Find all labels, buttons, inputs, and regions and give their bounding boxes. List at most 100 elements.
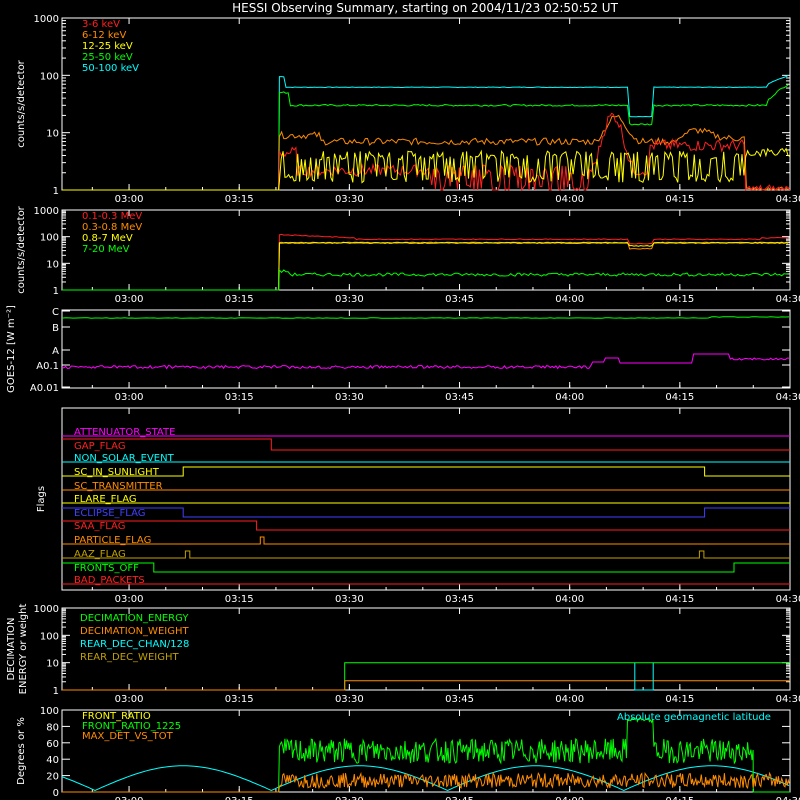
flag-label: FRONTS_OFF bbox=[74, 563, 139, 574]
y-tick-label: 1000 bbox=[34, 206, 59, 217]
flag-label: NON_SOLAR_EVENT bbox=[74, 453, 175, 464]
y-axis-label: Flags bbox=[36, 486, 47, 512]
decimation-weight-trace bbox=[62, 680, 790, 691]
x-tick-label: 03:30 bbox=[335, 796, 364, 800]
x-tick-label: 03:45 bbox=[445, 796, 474, 800]
x-tick-label: 03:45 bbox=[445, 694, 474, 705]
legend-entry: 12-25 keV bbox=[82, 41, 133, 52]
flag-label: GAP_FLAG bbox=[74, 441, 126, 452]
x-tick-label: 03:45 bbox=[445, 194, 474, 205]
x-tick-label: 03:45 bbox=[445, 594, 474, 605]
x-tick-label: 04:00 bbox=[555, 594, 584, 605]
x-tick-label: 03:45 bbox=[445, 392, 474, 403]
hessi-summary-chart: HESSI Observing Summary, starting on 200… bbox=[6, 1, 800, 800]
y-axis-label: Degrees or % bbox=[16, 717, 27, 785]
flag-trace bbox=[62, 550, 790, 559]
x-tick-label: 04:15 bbox=[665, 194, 694, 205]
flag-label: SAA_FLAG bbox=[74, 521, 125, 532]
x-tick-label: 04:00 bbox=[555, 694, 584, 705]
y-tick-label: A bbox=[52, 346, 59, 357]
y-axis-label: ENERGY or weight bbox=[18, 604, 29, 695]
y-axis-label: counts/s/detector bbox=[16, 205, 27, 293]
decimation-energy-trace bbox=[62, 662, 790, 691]
x-tick-label: 04:15 bbox=[665, 594, 694, 605]
series-0.3-0.8mev bbox=[62, 241, 789, 291]
y-tick-label: 0 bbox=[53, 788, 59, 799]
chart-title: HESSI Observing Summary, starting on 200… bbox=[232, 1, 618, 15]
y-tick-label: A0.1 bbox=[36, 361, 59, 372]
legend-entry: MAX_DET_VS_TOT bbox=[82, 731, 174, 742]
flag-label: FLARE_FLAG bbox=[74, 494, 137, 505]
legend-entry: 0.8-7 MeV bbox=[82, 233, 133, 244]
x-tick-label: 04:30 bbox=[776, 694, 800, 705]
y-tick-label: 60 bbox=[46, 739, 59, 750]
x-tick-label: 03:15 bbox=[225, 194, 254, 205]
series-25-50kev bbox=[62, 84, 789, 191]
flag-trace bbox=[62, 520, 790, 531]
x-tick-label: 03:15 bbox=[225, 694, 254, 705]
y-tick-label: 100 bbox=[40, 71, 59, 82]
legend-entry: DECIMATION_WEIGHT bbox=[80, 626, 189, 637]
x-tick-label: 03:45 bbox=[445, 294, 474, 305]
x-tick-label: 04:30 bbox=[776, 392, 800, 403]
x-tick-label: 03:30 bbox=[335, 594, 364, 605]
flag-trace bbox=[62, 507, 790, 518]
flag-label: BAD_PACKETS bbox=[74, 575, 145, 586]
y-tick-label: 100 bbox=[40, 631, 59, 642]
y-tick-label: 1 bbox=[53, 186, 59, 197]
goes-short-channel bbox=[61, 353, 789, 370]
goes-long-channel bbox=[61, 316, 790, 319]
legend-entry: 25-50 keV bbox=[82, 52, 133, 63]
x-tick-label: 03:30 bbox=[335, 194, 364, 205]
panel-2-frame bbox=[61, 209, 791, 291]
y-tick-label: B bbox=[52, 323, 59, 334]
x-tick-label: 03:30 bbox=[335, 294, 364, 305]
flag-label: SC_IN_SUNLIGHT bbox=[74, 467, 160, 478]
x-tick-label: 03:15 bbox=[225, 294, 254, 305]
y-tick-label: 20 bbox=[46, 772, 59, 783]
y-tick-label: C bbox=[52, 307, 59, 318]
y-tick-label: 1000 bbox=[34, 604, 59, 615]
x-tick-label: 04:30 bbox=[776, 796, 800, 800]
x-tick-label: 03:00 bbox=[115, 594, 144, 605]
flag-label: AAZ_FLAG bbox=[74, 549, 126, 560]
x-tick-label: 03:00 bbox=[115, 796, 144, 800]
series-0.8-7mev bbox=[62, 242, 789, 291]
x-tick-label: 04:15 bbox=[665, 796, 694, 800]
legend-entry: 6-12 keV bbox=[82, 30, 126, 41]
legend-entry: REAR_DEC_CHAN/128 bbox=[80, 639, 189, 650]
x-tick-label: 04:15 bbox=[665, 694, 694, 705]
x-tick-label: 04:00 bbox=[555, 194, 584, 205]
x-tick-label: 04:00 bbox=[555, 294, 584, 305]
x-tick-label: 03:30 bbox=[335, 694, 364, 705]
x-tick-label: 03:15 bbox=[225, 392, 254, 403]
legend-entry: 3-6 keV bbox=[82, 19, 120, 30]
y-tick-label: 1 bbox=[53, 686, 59, 697]
y-tick-label: 40 bbox=[46, 755, 59, 766]
legend-entry: REAR_DEC_WEIGHT bbox=[80, 652, 179, 663]
flag-trace bbox=[62, 536, 790, 545]
panel-1-frame bbox=[61, 17, 791, 191]
x-tick-label: 04:00 bbox=[555, 392, 584, 403]
x-tick-label: 04:15 bbox=[665, 294, 694, 305]
legend-entry: Absolute geomagnetic latitude bbox=[617, 712, 771, 723]
flag-label: ATTENUATOR_STATE bbox=[74, 427, 175, 438]
x-tick-label: 03:00 bbox=[115, 294, 144, 305]
x-tick-label: 03:00 bbox=[115, 694, 144, 705]
y-tick-label: 1000 bbox=[34, 14, 59, 25]
flag-label: SC_TRANSMITTER bbox=[74, 481, 163, 492]
flag-trace bbox=[62, 562, 790, 573]
rear-dec-chan-trace bbox=[634, 662, 654, 691]
flag-trace bbox=[62, 438, 790, 451]
y-tick-label: 10 bbox=[46, 659, 59, 670]
x-tick-label: 03:00 bbox=[115, 194, 144, 205]
legend-entry: 7-20 MeV bbox=[82, 244, 130, 255]
legend-entry: 50-100 keV bbox=[82, 63, 139, 74]
x-tick-label: 04:15 bbox=[665, 392, 694, 403]
y-tick-label: 80 bbox=[46, 722, 59, 733]
y-tick-label: 1 bbox=[53, 286, 59, 297]
x-tick-label: 04:30 bbox=[776, 294, 800, 305]
flag-trace bbox=[62, 466, 790, 477]
y-tick-label: 10 bbox=[46, 129, 59, 140]
x-tick-label: 04:30 bbox=[776, 594, 800, 605]
